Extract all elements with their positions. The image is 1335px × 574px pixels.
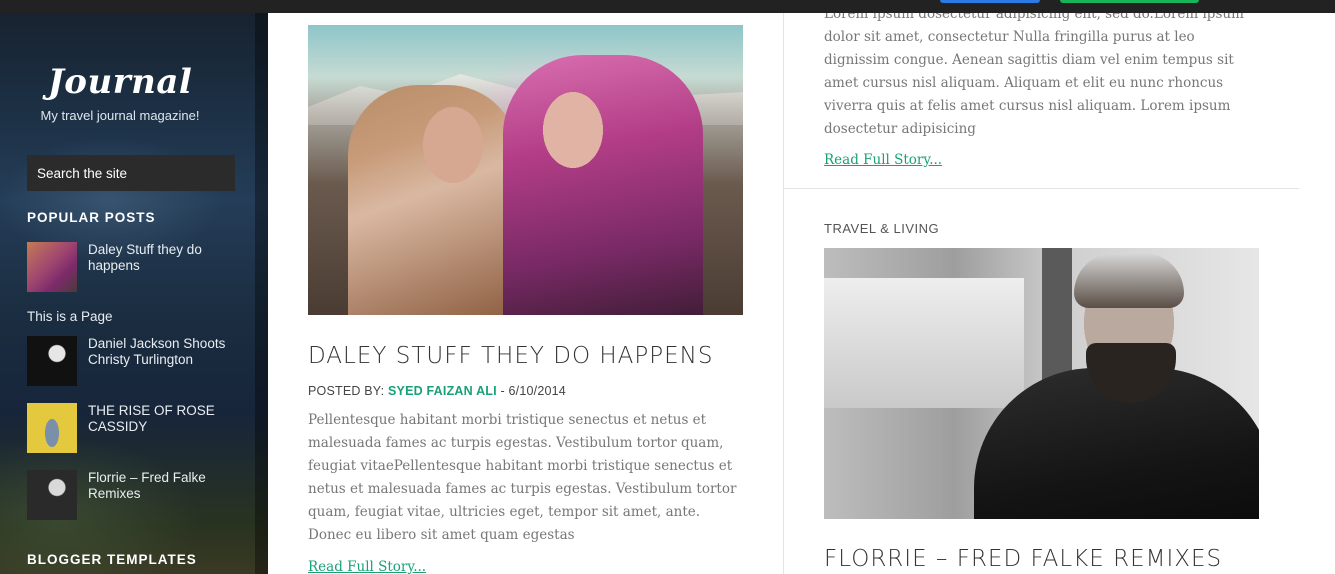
post-excerpt: Pellentesque habitant morbi tristique se… (308, 412, 737, 543)
meta-prefix: POSTED BY: (308, 384, 389, 398)
post-date: - 6/10/2014 (496, 384, 566, 398)
post-category[interactable]: TRAVEL & LIVING (824, 221, 939, 236)
popular-post-link[interactable]: Daley Stuff they do happens (88, 242, 238, 274)
author-link[interactable]: SYED FAIZAN ALI (388, 384, 497, 398)
image-person-left (348, 85, 518, 315)
bearded-man-thumbnail[interactable] (27, 470, 77, 520)
blogger-templates-heading: BLOGGER TEMPLATES (27, 552, 197, 567)
site-title[interactable]: Journal (0, 62, 240, 102)
sidebar-scroll-edge (255, 0, 268, 574)
popular-post-item[interactable]: Florrie – Fred Falke Remixes (27, 470, 237, 522)
post-title[interactable]: DALEY STUFF THEY DO HAPPENS (308, 343, 713, 369)
post-separator (784, 188, 1299, 189)
yellow-wall-thumbnail[interactable] (27, 403, 77, 453)
top-bar (0, 0, 1335, 13)
popular-post-link[interactable]: Florrie – Fred Falke Remixes (88, 470, 238, 502)
post-meta: POSTED BY: SYED FAIZAN ALI - 6/10/2014 (308, 384, 566, 398)
popular-post-link[interactable]: Daniel Jackson Shoots Christy Turlington (88, 336, 238, 368)
image-background-window (824, 278, 1024, 408)
read-full-story-link[interactable]: Read Full Story... (824, 152, 942, 168)
site-tagline: My travel journal magazine! (40, 108, 200, 123)
read-full-story-link[interactable]: Read Full Story... (308, 559, 426, 574)
portrait-bw-thumbnail[interactable] (27, 336, 77, 386)
sidebar: Journal My travel journal magazine! POPU… (0, 0, 268, 574)
post-excerpt: Lorem ipsum dosectetur adipisicing elit,… (824, 6, 1244, 137)
post-featured-image[interactable] (824, 248, 1259, 519)
women-photo-thumbnail[interactable] (27, 242, 77, 292)
top-bar-blue-button[interactable] (940, 0, 1040, 3)
image-hair (1074, 253, 1184, 308)
popular-post-item[interactable]: THE RISE OF ROSE CASSIDY (27, 403, 237, 455)
image-person-right (503, 55, 703, 315)
search-input[interactable] (27, 155, 235, 191)
page-link[interactable]: This is a Page (27, 309, 113, 324)
column-divider (783, 13, 784, 574)
popular-post-item[interactable]: Daley Stuff they do happens (27, 242, 237, 294)
site-brand[interactable]: Journal (0, 62, 240, 102)
popular-posts-heading: POPULAR POSTS (27, 210, 156, 225)
top-bar-green-button[interactable] (1060, 0, 1199, 3)
post-featured-image[interactable] (308, 25, 743, 315)
popular-post-item[interactable]: Daniel Jackson Shoots Christy Turlington (27, 336, 237, 388)
post-title[interactable]: FLORRIE – FRED FALKE REMIXES (824, 546, 1222, 572)
popular-post-link[interactable]: THE RISE OF ROSE CASSIDY (88, 403, 238, 435)
